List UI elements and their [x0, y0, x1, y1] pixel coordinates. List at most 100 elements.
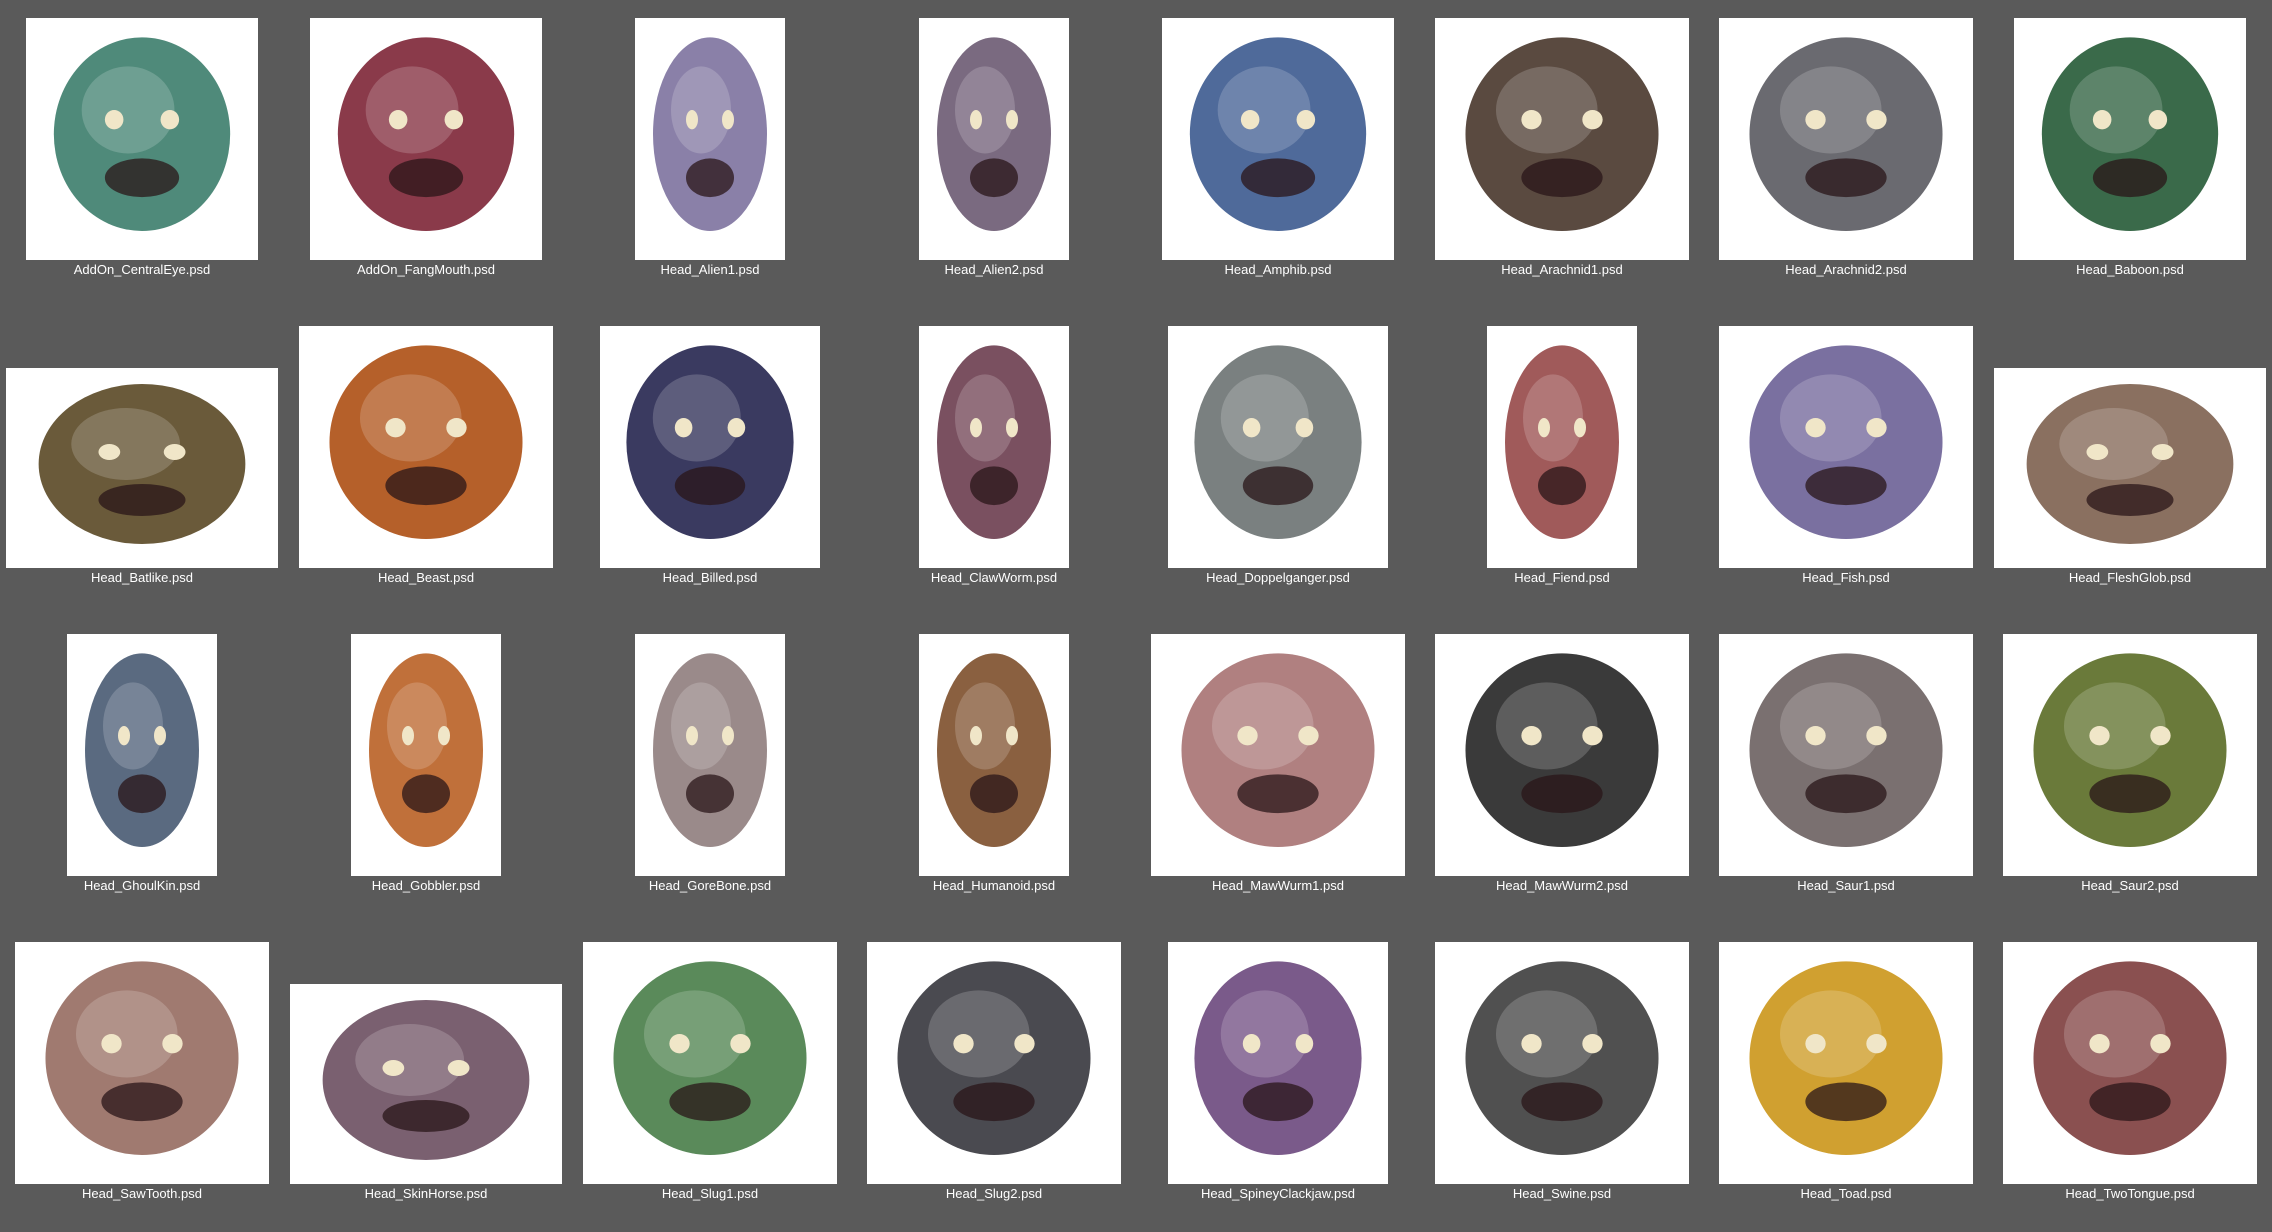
file-item[interactable]: Head_Fiend.psd	[1420, 308, 1704, 616]
file-item[interactable]: Head_Saur2.psd	[1988, 616, 2272, 924]
file-thumbnail[interactable]	[2003, 634, 2257, 876]
file-item[interactable]: Head_Beast.psd	[284, 308, 568, 616]
file-item[interactable]: Head_Billed.psd	[568, 308, 852, 616]
file-item[interactable]: Head_MawWurm1.psd	[1136, 616, 1420, 924]
file-item[interactable]: Head_Baboon.psd	[1988, 0, 2272, 308]
file-item[interactable]: AddOn_CentralEye.psd	[0, 0, 284, 308]
file-item[interactable]: Head_SawTooth.psd	[0, 924, 284, 1232]
file-item[interactable]: Head_Arachnid2.psd	[1704, 0, 1988, 308]
file-item[interactable]: Head_Gobbler.psd	[284, 616, 568, 924]
file-thumbnail[interactable]	[15, 942, 269, 1184]
file-thumbnail[interactable]	[1435, 634, 1689, 876]
file-item[interactable]: Head_Alien2.psd	[852, 0, 1136, 308]
file-thumbnail[interactable]	[635, 634, 785, 876]
file-name-label: Head_Batlike.psd	[91, 570, 193, 585]
file-item[interactable]: Head_Humanoid.psd	[852, 616, 1136, 924]
creature-eye	[1805, 109, 1826, 130]
file-thumbnail[interactable]	[919, 634, 1069, 876]
creature-highlight	[71, 408, 181, 480]
file-thumbnail[interactable]	[1487, 326, 1637, 568]
file-thumbnail[interactable]	[1435, 942, 1689, 1184]
creature-eye	[444, 109, 464, 130]
creature-mouth	[970, 774, 1018, 814]
file-thumbnail[interactable]	[26, 18, 258, 260]
file-thumbnail[interactable]	[1719, 634, 1973, 876]
creature-mouth	[1237, 774, 1319, 814]
file-item[interactable]: Head_Alien1.psd	[568, 0, 852, 308]
file-thumbnail[interactable]	[6, 368, 278, 568]
file-thumbnail[interactable]	[310, 18, 542, 260]
creature-mouth	[388, 158, 464, 198]
file-name-label: AddOn_FangMouth.psd	[356, 262, 496, 277]
file-thumbnail[interactable]	[583, 942, 837, 1184]
creature-eye	[2092, 109, 2112, 130]
thumbnail-area	[1420, 616, 1704, 876]
creature-mouth	[1521, 158, 1603, 198]
file-item[interactable]: Head_SkinHorse.psd	[284, 924, 568, 1232]
thumbnail-area	[1420, 924, 1704, 1184]
file-thumbnail[interactable]	[2003, 942, 2257, 1184]
thumbnail-area	[1136, 0, 1420, 260]
creature-eye	[1805, 725, 1826, 746]
creature-eye	[101, 1033, 122, 1054]
file-item[interactable]: Head_Amphib.psd	[1136, 0, 1420, 308]
file-thumbnail[interactable]	[919, 326, 1069, 568]
file-thumbnail[interactable]	[919, 18, 1069, 260]
file-thumbnail[interactable]	[1151, 634, 1405, 876]
file-item[interactable]: Head_Arachnid1.psd	[1420, 0, 1704, 308]
file-item[interactable]: Head_FleshGlob.psd	[1988, 308, 2272, 616]
creature-eye	[2089, 725, 2110, 746]
flesh-glob-icon	[2026, 384, 2234, 544]
file-thumbnail[interactable]	[290, 984, 562, 1184]
creature-eye	[2089, 1033, 2110, 1054]
file-item[interactable]: Head_Slug1.psd	[568, 924, 852, 1232]
file-thumbnail[interactable]	[1719, 18, 1973, 260]
creature-eye	[2151, 444, 2174, 460]
file-thumbnail[interactable]	[1719, 326, 1973, 568]
creature-mouth	[970, 466, 1018, 506]
file-thumbnail[interactable]	[1994, 368, 2266, 568]
skull-head-icon	[653, 653, 767, 847]
file-name-label: Head_Amphib.psd	[1224, 262, 1332, 277]
file-item[interactable]: Head_Saur1.psd	[1704, 616, 1988, 924]
file-item[interactable]: Head_Fish.psd	[1704, 308, 1988, 616]
thumbnail-area	[1704, 308, 1988, 568]
file-name-label: Head_Toad.psd	[1800, 1186, 1892, 1201]
creature-eye	[388, 109, 408, 130]
thumbnail-area	[1136, 924, 1420, 1184]
file-item[interactable]: Head_Doppelganger.psd	[1136, 308, 1420, 616]
file-name-label: Head_SawTooth.psd	[82, 1186, 202, 1201]
file-thumbnail[interactable]	[867, 942, 1121, 1184]
file-item[interactable]: Head_MawWurm2.psd	[1420, 616, 1704, 924]
file-thumbnail[interactable]	[1168, 326, 1388, 568]
file-item[interactable]: AddOn_FangMouth.psd	[284, 0, 568, 308]
file-item[interactable]: Head_Slug2.psd	[852, 924, 1136, 1232]
file-thumbnail[interactable]	[351, 634, 501, 876]
toad-head-icon	[1749, 961, 1943, 1155]
file-item[interactable]: Head_GoreBone.psd	[568, 616, 852, 924]
thumbnail-area	[1420, 308, 1704, 568]
file-item[interactable]: Head_SpineyClackjaw.psd	[1136, 924, 1420, 1232]
creature-eye	[1296, 109, 1316, 130]
file-item[interactable]: Head_Swine.psd	[1420, 924, 1704, 1232]
file-thumbnail[interactable]	[1719, 942, 1973, 1184]
file-thumbnail[interactable]	[299, 326, 553, 568]
file-item[interactable]: Head_GhoulKin.psd	[0, 616, 284, 924]
creature-mouth	[1242, 1082, 1314, 1122]
file-item[interactable]: Head_Toad.psd	[1704, 924, 1988, 1232]
file-thumbnail[interactable]	[600, 326, 820, 568]
file-name-label: Head_Fish.psd	[1802, 570, 1890, 585]
file-thumbnail[interactable]	[67, 634, 217, 876]
eye-creature-icon	[53, 37, 231, 231]
file-thumbnail[interactable]	[1162, 18, 1394, 260]
file-thumbnail[interactable]	[2014, 18, 2246, 260]
file-item[interactable]: Head_Batlike.psd	[0, 308, 284, 616]
creature-mouth	[953, 1082, 1035, 1122]
file-item[interactable]: Head_ClawWorm.psd	[852, 308, 1136, 616]
file-name-label: Head_Alien2.psd	[944, 262, 1044, 277]
file-thumbnail[interactable]	[1168, 942, 1388, 1184]
file-thumbnail[interactable]	[635, 18, 785, 260]
file-item[interactable]: Head_TwoTongue.psd	[1988, 924, 2272, 1232]
thumbnail-area	[284, 0, 568, 260]
file-thumbnail[interactable]	[1435, 18, 1689, 260]
